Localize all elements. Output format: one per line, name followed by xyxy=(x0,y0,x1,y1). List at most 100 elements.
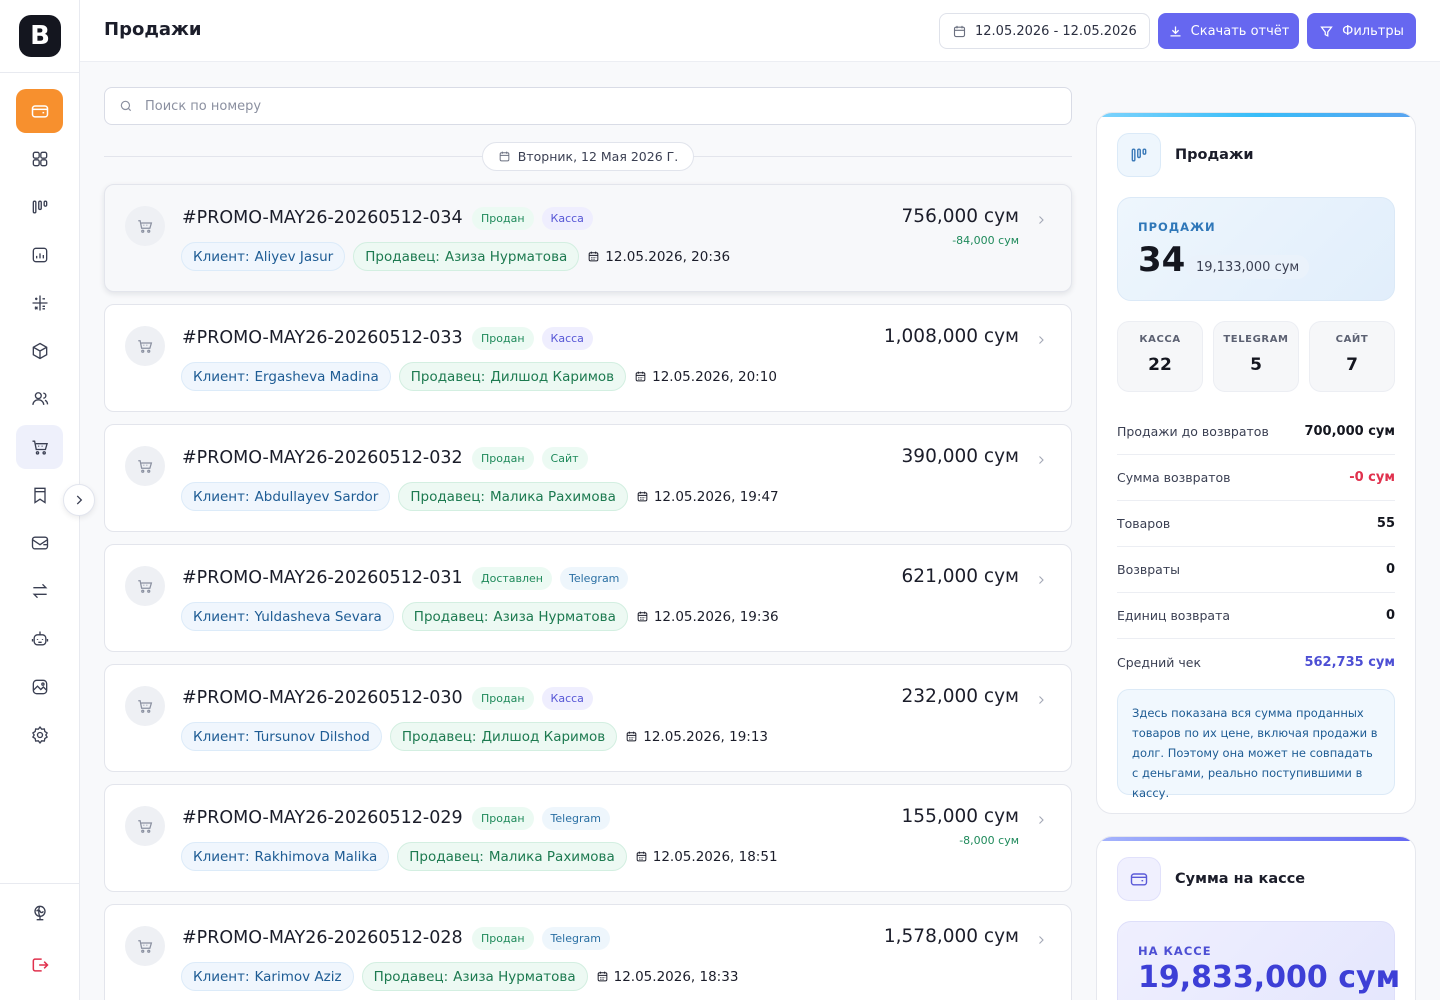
order-number: #PROMO-MAY26-20260512-029 xyxy=(182,808,463,828)
order-cart-icon-wrap xyxy=(125,806,165,846)
sidebar-expand-button[interactable] xyxy=(63,484,95,516)
calendar-icon xyxy=(953,25,966,37)
chart-bars-icon xyxy=(1131,148,1147,162)
calendar-icon xyxy=(499,151,510,162)
order-card[interactable]: #PROMO-MAY26-20260512-029 Продан Telegra… xyxy=(104,784,1072,892)
nav-gallery[interactable] xyxy=(16,665,63,709)
cart-icon xyxy=(138,700,153,713)
order-meta: Клиент: Ergasheva Madina Продавец: Дилшод … xyxy=(181,362,777,391)
seller-pill[interactable]: Продавец: Малика Рахимова xyxy=(397,842,627,871)
seller-pill[interactable]: Продавец: Азиза Нурматова xyxy=(401,602,628,631)
order-card[interactable]: #PROMO-MAY26-20260512-030 Продан Касса К… xyxy=(104,664,1072,772)
status-badge: Доставлен xyxy=(472,567,552,590)
seller-pill[interactable]: Продавец: Азиза Нурматова xyxy=(353,242,580,271)
seller-name: Дилшод Каримов xyxy=(481,728,606,745)
date-range-picker[interactable]: 12.05.2026 - 12.05.2026 xyxy=(939,13,1150,49)
chevron-right-icon xyxy=(1035,811,1047,830)
client-pill[interactable]: Клиент: Abdullayev Sardor xyxy=(181,482,391,511)
seller-name: Азиза Нурматова xyxy=(493,608,616,625)
nav-analytics[interactable] xyxy=(16,185,63,229)
nav-bookmarks[interactable] xyxy=(16,473,63,517)
download-icon xyxy=(1170,26,1181,36)
nav-bot[interactable] xyxy=(16,617,63,661)
nav-settings[interactable] xyxy=(16,713,63,757)
order-number: #PROMO-MAY26-20260512-034 xyxy=(182,208,463,228)
nav-messages[interactable] xyxy=(16,521,63,565)
date-range-value: 12.05.2026 - 12.05.2026 xyxy=(975,23,1137,39)
client-pill[interactable]: Клиент: Rakhimova Malika xyxy=(181,842,390,871)
nav-dashboard[interactable] xyxy=(16,137,63,181)
order-tags: Продан Касса xyxy=(472,687,593,710)
app-logo[interactable]: B xyxy=(19,15,61,57)
order-amount: 756,000 сум xyxy=(901,206,1019,227)
nav-logout[interactable] xyxy=(16,943,63,987)
client-label: Клиент: xyxy=(193,368,250,385)
order-datetime: 12.05.2026, 19:36 xyxy=(636,609,779,625)
cart-icon xyxy=(138,820,153,833)
filters-button[interactable]: Фильтры xyxy=(1307,13,1416,49)
top-header: Продажи 12.05.2026 - 12.05.2026 Скачать … xyxy=(80,0,1440,62)
calendar-icon xyxy=(637,611,648,622)
sales-panel-title: Продажи xyxy=(1175,147,1254,163)
chevron-right-icon xyxy=(1035,331,1047,350)
seller-name: Азиза Нурматова xyxy=(444,248,568,265)
stat-row: Средний чек 562,735 сум xyxy=(1117,639,1395,685)
order-card[interactable]: #PROMO-MAY26-20260512-034 Продан Касса К… xyxy=(104,184,1072,292)
search-icon xyxy=(120,100,132,112)
download-report-button[interactable]: Скачать отчёт xyxy=(1158,13,1299,49)
status-badge: Продан xyxy=(472,807,534,830)
sidebar-divider xyxy=(0,883,80,884)
order-datetime: 12.05.2026, 20:10 xyxy=(634,369,777,385)
client-pill[interactable]: Клиент: Yuldasheva Sevara xyxy=(181,602,394,631)
order-number: #PROMO-MAY26-20260512-033 xyxy=(182,328,463,348)
search-input[interactable] xyxy=(145,98,1045,114)
seller-label: Продавец: xyxy=(409,848,484,865)
order-card[interactable]: #PROMO-MAY26-20260512-033 Продан Касса К… xyxy=(104,304,1072,412)
channel-card: КАССА 22 xyxy=(1117,321,1203,392)
seller-pill[interactable]: Продавец: Дилшод Каримов xyxy=(398,362,627,391)
nav-sales[interactable] xyxy=(16,425,63,469)
seller-pill[interactable]: Продавец: Дилшод Каримов xyxy=(389,722,618,751)
settings-icon xyxy=(31,726,48,744)
wallet-icon xyxy=(31,105,48,118)
client-name: Aliyev Jasur xyxy=(254,248,334,265)
nav-transfers[interactable] xyxy=(16,569,63,613)
order-meta: Клиент: Tursunov Dilshod Продавец: Дилшод … xyxy=(181,722,768,751)
nav-clients[interactable] xyxy=(16,377,63,421)
client-pill[interactable]: Клиент: Tursunov Dilshod xyxy=(181,722,382,751)
order-datetime-text: 12.05.2026, 19:47 xyxy=(653,488,779,505)
client-pill[interactable]: Клиент: Karimov Aziz xyxy=(181,962,354,991)
nav-reports[interactable] xyxy=(16,233,63,277)
stat-row: Товаров 55 xyxy=(1117,501,1395,547)
nav-calculator[interactable] xyxy=(16,281,63,325)
stat-value: 562,735 сум xyxy=(1304,654,1395,670)
calendar-icon xyxy=(637,491,648,502)
seller-name: Малика Рахимова xyxy=(488,848,615,865)
nav-wallet[interactable] xyxy=(16,89,63,133)
client-name: Ergasheva Madina xyxy=(254,368,379,385)
client-label: Клиент: xyxy=(193,488,250,505)
search-box[interactable] xyxy=(104,87,1072,125)
channel-label: КАССА xyxy=(1139,334,1181,345)
order-tags: Продан Telegram xyxy=(472,927,610,950)
seller-pill[interactable]: Продавец: Азиза Нурматова xyxy=(361,962,588,991)
client-pill[interactable]: Клиент: Ergasheva Madina xyxy=(181,362,391,391)
cart-icon xyxy=(138,580,153,593)
order-card[interactable]: #PROMO-MAY26-20260512-031 Доставлен Tele… xyxy=(104,544,1072,652)
order-tags: Продан Касса xyxy=(472,327,593,350)
stat-value: 55 xyxy=(1376,516,1395,531)
order-card[interactable]: #PROMO-MAY26-20260512-028 Продан Telegra… xyxy=(104,904,1072,1000)
channel-badge: Telegram xyxy=(541,927,610,950)
seller-label: Продавец: xyxy=(410,488,485,505)
order-card[interactable]: #PROMO-MAY26-20260512-032 Продан Сайт Кл… xyxy=(104,424,1072,532)
nav-products[interactable] xyxy=(16,329,63,373)
panel-accent-bar xyxy=(1097,837,1415,841)
nav-language[interactable] xyxy=(16,891,63,935)
channel-badge: Сайт xyxy=(541,447,588,470)
seller-pill[interactable]: Продавец: Малика Рахимова xyxy=(398,482,628,511)
order-number: #PROMO-MAY26-20260512-030 xyxy=(182,688,463,708)
order-meta: Клиент: Yuldasheva Sevara Продавец: Азиза … xyxy=(181,602,779,631)
order-number: #PROMO-MAY26-20260512-031 xyxy=(182,568,463,588)
order-tags: Продан Сайт xyxy=(472,447,588,470)
client-pill[interactable]: Клиент: Aliyev Jasur xyxy=(181,242,346,271)
